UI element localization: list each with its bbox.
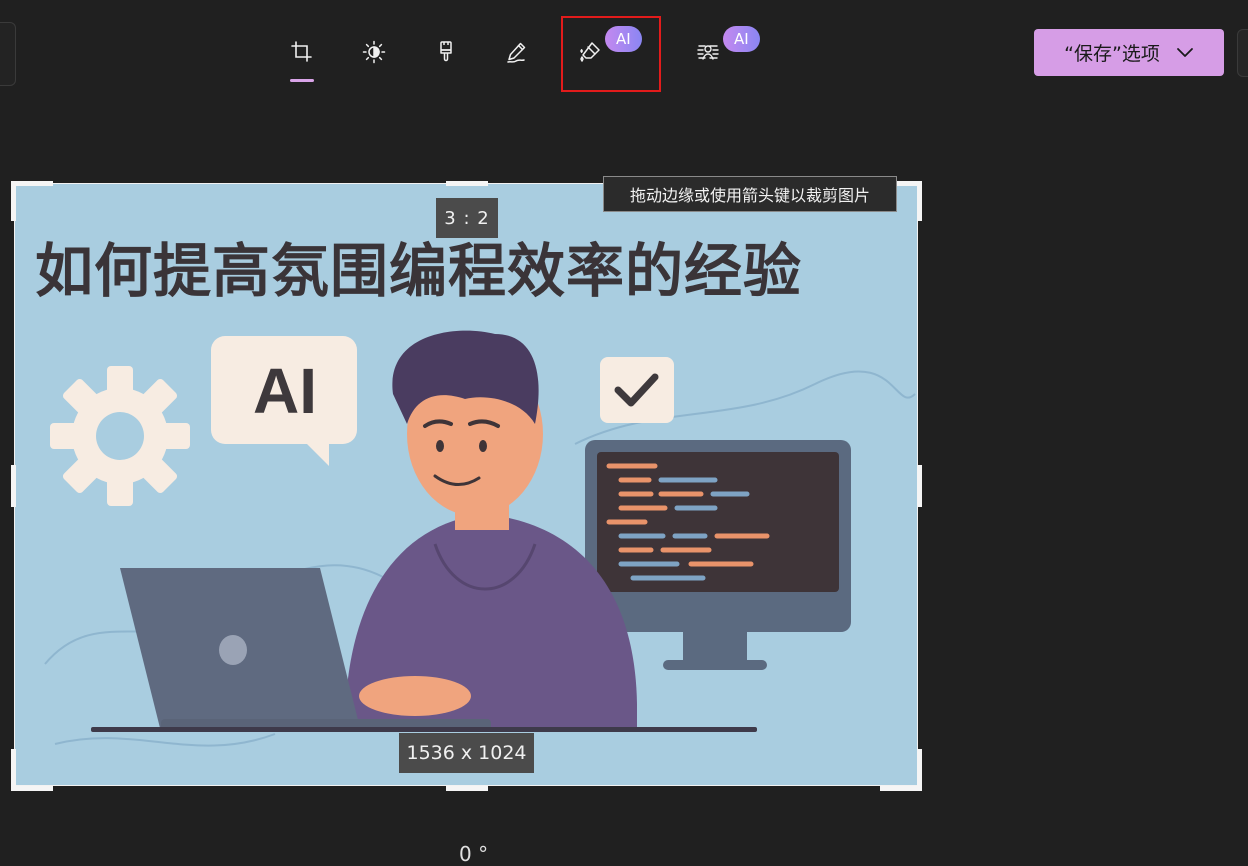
- crop-handle-bottom[interactable]: [446, 786, 488, 791]
- crop-handle-right[interactable]: [917, 465, 922, 507]
- crop-handle-top-left-vertical[interactable]: [11, 181, 16, 221]
- brush-icon: [440, 41, 452, 62]
- crop-handle-bottom-right-vertical[interactable]: [917, 749, 922, 789]
- background-tool-button[interactable]: [688, 30, 728, 74]
- markup-tool-button[interactable]: [497, 30, 537, 74]
- image-title-text: 如何提高氛围编程效率的经验: [35, 237, 803, 305]
- image-ai-text: AI: [253, 355, 317, 427]
- crop-handle-left[interactable]: [11, 465, 16, 507]
- crop-handle-bottom-left[interactable]: [11, 786, 53, 791]
- background-blur-icon: [697, 45, 719, 60]
- highlight-annotation: [561, 16, 661, 92]
- rotation-angle[interactable]: 0 °: [459, 842, 488, 866]
- crop-handle-bottom-right[interactable]: [880, 786, 922, 791]
- filter-tool-button[interactable]: [426, 30, 466, 74]
- save-options-button[interactable]: “保存”选项: [1034, 29, 1224, 76]
- more-options-button[interactable]: [1237, 29, 1248, 77]
- ai-badge-background: AI: [723, 26, 760, 52]
- left-panel-edge[interactable]: [0, 22, 16, 86]
- chevron-down-icon: [1176, 47, 1193, 57]
- crop-tool-button[interactable]: [282, 30, 322, 74]
- crop-handle-top-left[interactable]: [11, 181, 53, 186]
- crop-handle-bottom-left-vertical[interactable]: [11, 749, 16, 789]
- active-tool-indicator: [290, 79, 314, 82]
- crop-handle-top-right-vertical[interactable]: [917, 181, 922, 221]
- crop-tooltip: 拖动边缘或使用箭头键以裁剪图片: [603, 176, 897, 212]
- adjust-tool-button[interactable]: [354, 30, 394, 74]
- crop-handle-top[interactable]: [446, 181, 488, 186]
- aspect-ratio-label: 3 : 2: [436, 198, 498, 238]
- save-options-label: “保存”选项: [1064, 43, 1160, 65]
- image-dimensions-label: 1536 x 1024: [399, 733, 534, 773]
- crop-icon: [291, 41, 312, 62]
- image-canvas[interactable]: 如何提高氛围编程效率的经验 AI: [15, 184, 918, 786]
- brightness-icon: [362, 40, 386, 64]
- pen-icon: [507, 42, 526, 63]
